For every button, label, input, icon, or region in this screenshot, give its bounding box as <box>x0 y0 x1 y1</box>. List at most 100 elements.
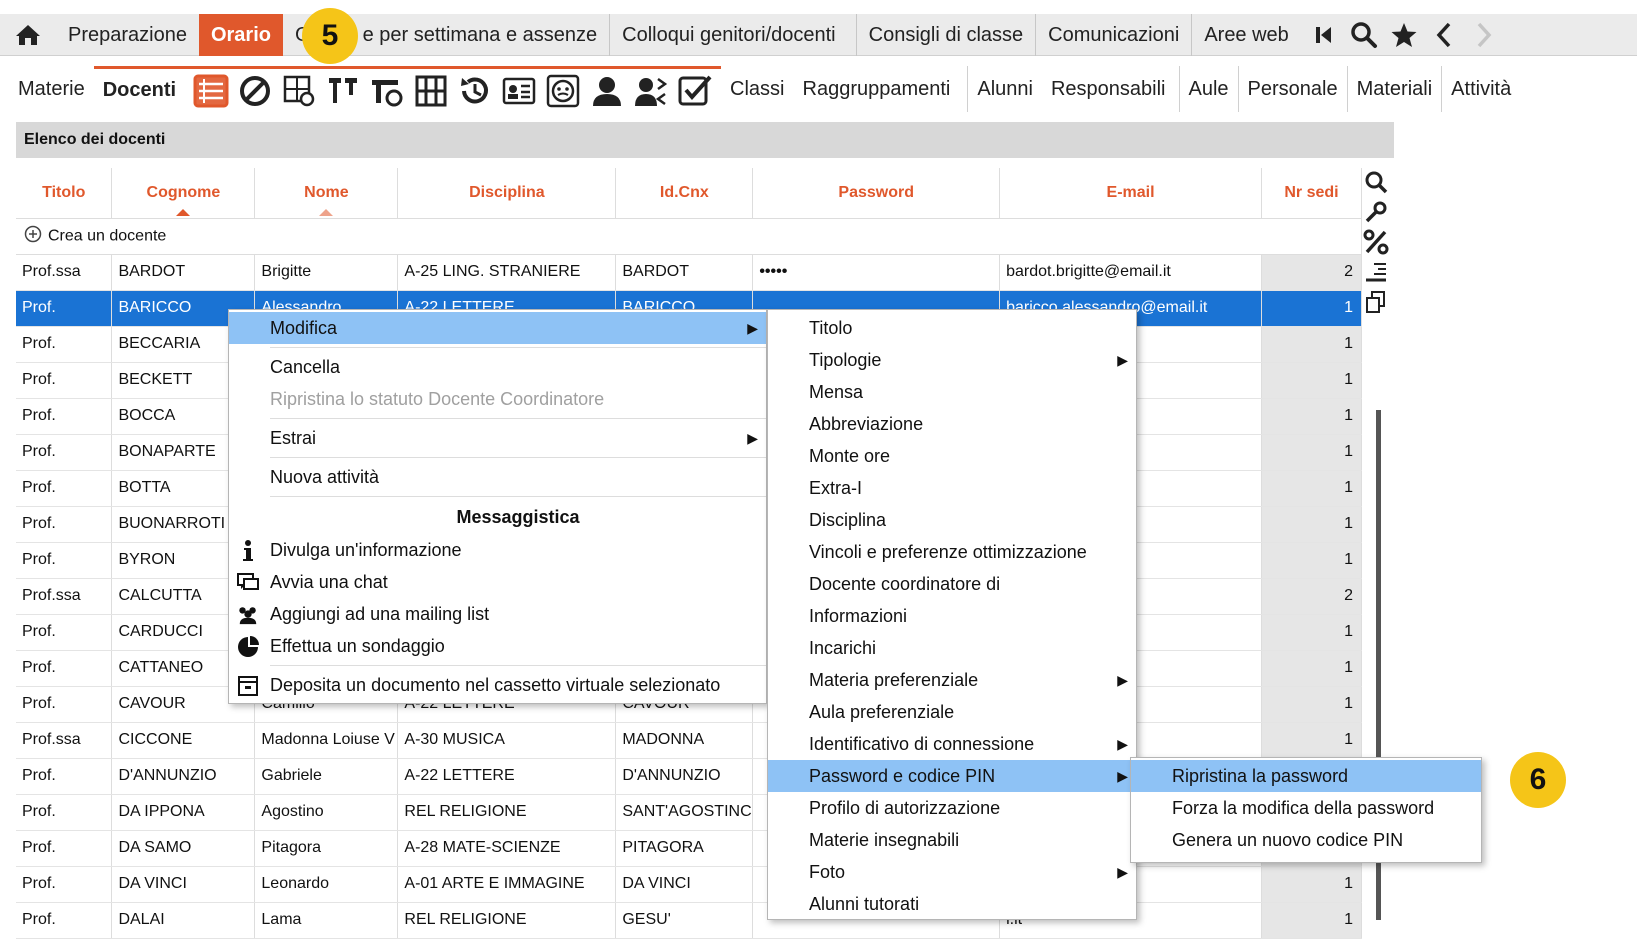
table-row[interactable]: Prof.ssa CICCONE Madonna Loiuse V A-30 MUSI… <box>16 722 1362 759</box>
menu-deposita[interactable]: Deposita un documento nel cassetto virtu… <box>229 669 766 701</box>
table-row[interactable]: Prof.DALAILamaREL RELIGIONEGESU'l.it1 <box>16 902 1362 939</box>
submenu-item-informazioni[interactable]: Informazioni <box>768 600 1136 632</box>
col-idcnx[interactable]: Id.Cnx <box>615 168 754 219</box>
menu-forza-modifica-password[interactable]: Forza la modifica della password <box>1131 792 1481 824</box>
submenu-item-materia-preferenziale[interactable]: Materia preferenziale ▶ <box>768 664 1136 696</box>
menu-estrai[interactable]: Estrai ▶ <box>229 422 766 454</box>
col-titolo[interactable]: Titolo <box>16 168 113 219</box>
history-icon[interactable] <box>455 71 495 111</box>
tab-alunni[interactable]: Alunni <box>967 66 1042 112</box>
nav-orario[interactable]: Orario <box>198 13 283 56</box>
submenu-item-tipologie[interactable]: Tipologie ▶ <box>768 344 1136 376</box>
submenu-item-aula-preferenziale[interactable]: Aula preferenziale <box>768 696 1136 728</box>
nav-preparazione[interactable]: Preparazione <box>56 14 199 56</box>
submenu-item-label: Materia preferenziale <box>809 670 979 690</box>
timetable-grid-icon[interactable] <box>411 71 451 111</box>
home-icon[interactable] <box>0 14 56 56</box>
cell-cognome: DA VINCI <box>111 866 256 903</box>
percent-icon[interactable] <box>1362 228 1390 256</box>
menu-sondaggio[interactable]: Effettua un sondaggio <box>229 630 766 662</box>
submenu-item-alunni-tutorati[interactable]: Alunni tutorati <box>768 888 1136 920</box>
filter-tools-icon[interactable] <box>323 71 363 111</box>
menu-modifica[interactable]: Modifica ▶ <box>229 312 766 344</box>
submenu-item-label: Profilo di autorizzazione <box>809 798 1001 818</box>
submenu-item-titolo[interactable]: Titolo <box>768 312 1136 344</box>
col-nr-sedi[interactable]: Nr sedi <box>1261 168 1362 219</box>
col-email[interactable]: E-mail <box>999 168 1263 219</box>
user-swap-icon[interactable] <box>631 71 671 111</box>
tab-docenti[interactable]: Docenti <box>93 66 186 112</box>
submenu-item-disciplina[interactable]: Disciplina <box>768 504 1136 536</box>
submenu-item-password-e-codice-pin[interactable]: Password e codice PIN ▶ <box>768 760 1136 792</box>
menu-mailing[interactable]: Aggiungi ad una mailing list <box>229 598 766 630</box>
nav-consigli[interactable]: Consigli di classe <box>855 13 1036 56</box>
submenu-item-foto[interactable]: Foto ▶ <box>768 856 1136 888</box>
submenu-item-label: Abbreviazione <box>809 414 924 434</box>
cell-idcnx: GESU' <box>615 902 754 939</box>
nav-colloqui[interactable]: Colloqui genitori/docenti <box>609 13 847 56</box>
menu-ripristina-password[interactable]: Ripristina la password <box>1131 760 1481 792</box>
tab-responsabili[interactable]: Responsabili <box>1042 66 1175 112</box>
create-teacher-link[interactable]: Crea un docente <box>48 227 166 244</box>
checkbox-icon[interactable] <box>675 71 715 111</box>
submenu-item-identificativo-di-connessione[interactable]: Identificativo di connessione ▶ <box>768 728 1136 760</box>
submenu-item-vincoli-e-preferenze-ottimizzazione[interactable]: Vincoli e preferenze ottimizzazione <box>768 536 1136 568</box>
submenu-item-materie-insegnabili[interactable]: Materie insegnabili <box>768 824 1136 856</box>
grid-settings-icon[interactable] <box>279 71 319 111</box>
align-icon[interactable] <box>1362 258 1390 286</box>
copy-icon[interactable] <box>1362 288 1390 316</box>
tab-aule[interactable]: Aule <box>1178 66 1238 112</box>
user-icon[interactable] <box>587 71 627 111</box>
nav-settimana-assenze[interactable]: e per settimana e assenze <box>363 14 610 56</box>
tab-materiali[interactable]: Materiali <box>1346 66 1442 112</box>
menu-cancella[interactable]: Cancella <box>229 351 766 383</box>
chat-icon <box>237 572 259 594</box>
list-icon[interactable] <box>191 71 231 111</box>
nav-aree-web[interactable]: Aree web <box>1191 13 1301 56</box>
id-card-icon[interactable] <box>499 71 539 111</box>
submenu-item-profilo-di-autorizzazione[interactable]: Profilo di autorizzazione <box>768 792 1136 824</box>
col-disciplina[interactable]: Disciplina <box>397 168 617 219</box>
menu-divulga[interactable]: Divulga un'informazione <box>229 534 766 566</box>
submenu-item-extra-i[interactable]: Extra-I <box>768 472 1136 504</box>
menu-chat[interactable]: Avvia una chat <box>229 566 766 598</box>
cell-nrsedi: 1 <box>1261 362 1362 399</box>
search-icon[interactable] <box>1362 168 1390 196</box>
col-cognome[interactable]: Cognome <box>111 168 256 219</box>
star-icon[interactable] <box>1387 17 1421 53</box>
menu-nuova-attivita[interactable]: Nuova attività <box>229 461 766 493</box>
table-row[interactable]: Prof. DA VINCI Leonardo A-01 ARTE E IMMAGIN… <box>16 866 1362 903</box>
create-row[interactable]: Crea un docente <box>16 218 1362 255</box>
submenu-item-mensa[interactable]: Mensa <box>768 376 1136 408</box>
tab-materie[interactable]: Materie <box>0 66 94 112</box>
menu-section-messaggistica: Messaggistica <box>456 507 580 527</box>
tab-personale[interactable]: Personale <box>1237 66 1347 112</box>
cell-disciplina: A-01 ARTE E IMMAGINE <box>397 866 617 903</box>
submenu-item-abbreviazione[interactable]: Abbreviazione <box>768 408 1136 440</box>
col-password[interactable]: Password <box>752 168 1001 219</box>
menu-genera-pin[interactable]: Genera un nuovo codice PIN <box>1131 824 1481 856</box>
group-icon <box>237 604 259 626</box>
submenu-item-docente-coordinatore-di[interactable]: Docente coordinatore di <box>768 568 1136 600</box>
search-icon[interactable] <box>1347 17 1381 53</box>
nav-comunicazioni[interactable]: Comunicazioni <box>1035 13 1191 56</box>
face-icon[interactable] <box>543 71 583 111</box>
cell-nrsedi: 1 <box>1261 722 1362 759</box>
table-row[interactable]: Prof.ssa BARDOT Brigitte A-25 LING. STRANIE… <box>16 254 1362 291</box>
cell-nome: Madonna Loiuse V <box>254 722 399 759</box>
chevron-right-icon[interactable] <box>1467 17 1501 53</box>
cell-password: ••••• <box>752 254 1001 291</box>
skip-end-icon[interactable] <box>1307 17 1341 53</box>
desk-icon[interactable] <box>367 71 407 111</box>
tab-classi[interactable]: Classi <box>721 66 793 112</box>
submenu-item-monte-ore[interactable]: Monte ore <box>768 440 1136 472</box>
col-nome[interactable]: Nome <box>254 168 399 219</box>
forbidden-icon[interactable] <box>235 71 275 111</box>
chevron-left-icon[interactable] <box>1427 17 1461 53</box>
wrench-icon[interactable] <box>1362 198 1390 226</box>
tab-attivita[interactable]: Attività <box>1441 66 1520 112</box>
cell-titolo: Prof.ssa <box>16 722 113 759</box>
tab-raggruppamenti[interactable]: Raggruppamenti <box>794 66 960 112</box>
cell-nrsedi: 1 <box>1261 290 1362 327</box>
submenu-item-incarichi[interactable]: Incarichi <box>768 632 1136 664</box>
